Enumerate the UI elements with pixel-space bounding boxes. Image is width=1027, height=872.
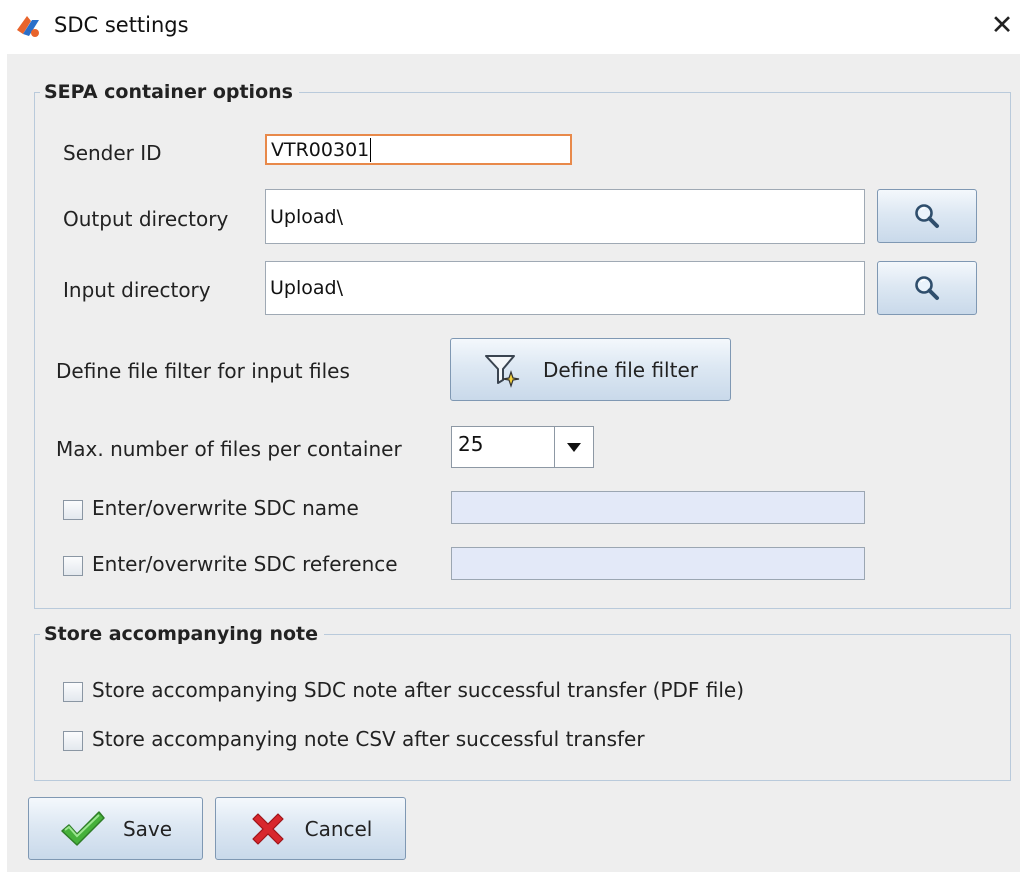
sdc-reference-field (451, 547, 865, 580)
browse-input-button[interactable] (877, 261, 977, 315)
max-files-label: Max. number of files per container (56, 437, 402, 461)
sepa-group-legend: SEPA container options (40, 81, 299, 103)
output-directory-label: Output directory (63, 207, 229, 231)
file-filter-label: Define file filter for input files (56, 359, 350, 383)
sdc-name-checkbox[interactable] (63, 500, 83, 520)
browse-output-button[interactable] (877, 189, 977, 243)
max-files-select[interactable]: 25 (451, 426, 594, 468)
app-logo-icon (17, 16, 39, 37)
sdc-reference-checkbox[interactable] (63, 556, 83, 576)
title-bar: SDC settings ✕ (0, 0, 1027, 54)
sender-id-label: Sender ID (63, 141, 162, 165)
dropdown-triangle-icon (567, 442, 581, 452)
output-directory-field[interactable]: Upload\ (265, 189, 865, 244)
store-csv-note-label: Store accompanying note CSV after succes… (92, 727, 645, 751)
max-files-value: 25 (458, 432, 484, 456)
dialog-body: SEPA container options Sender ID VTR0030… (7, 54, 1020, 872)
save-button[interactable]: Save (28, 797, 203, 860)
save-label: Save (122, 816, 173, 841)
store-csv-note-checkbox[interactable] (63, 731, 83, 751)
search-icon (915, 204, 939, 228)
output-directory-value: Upload\ (270, 205, 343, 228)
cancel-button[interactable]: Cancel (215, 797, 406, 860)
filter-icon (485, 354, 520, 388)
chevron-down-icon[interactable] (554, 427, 593, 467)
cancel-label: Cancel (304, 816, 373, 841)
sender-id-value: VTR00301 (271, 138, 370, 161)
note-group-legend: Store accompanying note (40, 623, 325, 645)
close-icon[interactable]: ✕ (984, 8, 1020, 44)
store-pdf-note-label: Store accompanying SDC note after succes… (92, 678, 745, 702)
input-directory-value: Upload\ (270, 277, 343, 299)
checkmark-icon (61, 810, 105, 846)
input-directory-field[interactable]: Upload\ (265, 261, 865, 315)
accompanying-note-group (34, 634, 1011, 781)
store-pdf-note-checkbox[interactable] (63, 682, 83, 702)
sdc-name-field (451, 491, 865, 524)
sdc-reference-label: Enter/overwrite SDC reference (92, 552, 398, 576)
input-directory-label: Input directory (63, 278, 211, 302)
sender-id-field[interactable]: VTR00301 (265, 134, 572, 165)
window-title: SDC settings (54, 13, 189, 37)
search-icon (915, 276, 939, 300)
sdc-name-label: Enter/overwrite SDC name (92, 496, 359, 520)
define-file-filter-label: Define file filter (543, 357, 698, 382)
text-caret (370, 137, 372, 162)
cancel-x-icon (252, 812, 284, 845)
define-file-filter-button[interactable]: Define file filter (450, 338, 731, 401)
